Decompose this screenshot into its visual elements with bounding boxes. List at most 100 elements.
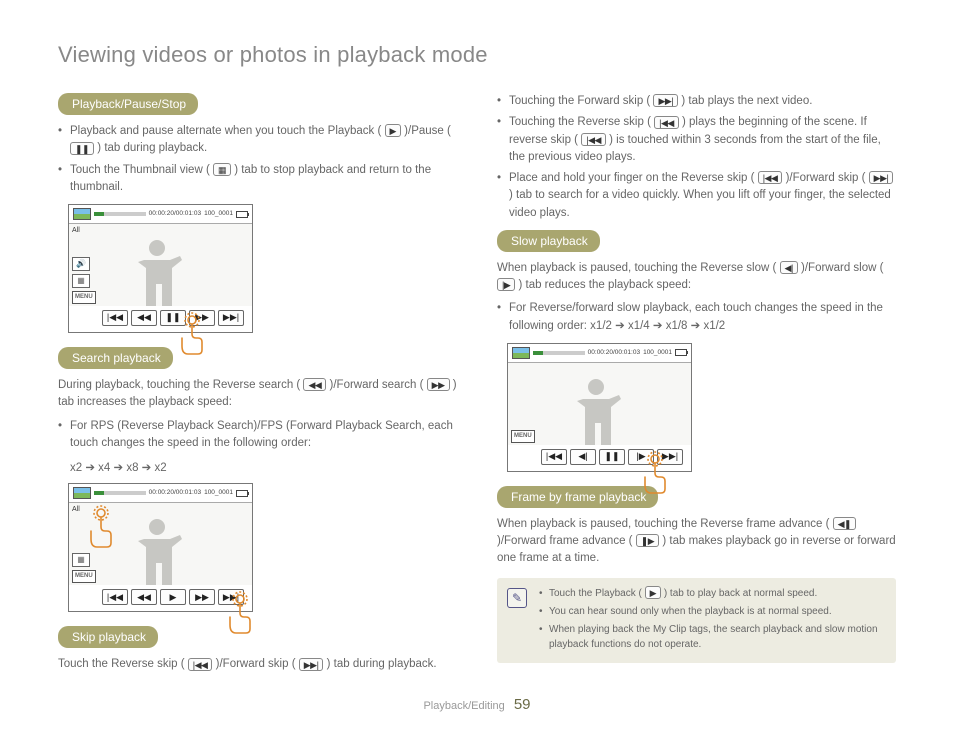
pause-button: ❚❚ (599, 449, 625, 465)
text: During playback, touching the Reverse se… (58, 379, 300, 391)
thumbnail-view-icon: ▦ (72, 553, 90, 567)
list-item: Touch the Thumbnail view ( ▦ ) tab to st… (58, 162, 457, 197)
rev-slow-icon: ◀| (780, 261, 798, 274)
slow-intro: When playback is paused, touching the Re… (497, 260, 896, 295)
page-title: Viewing videos or photos in playback mod… (58, 38, 896, 71)
fwd-slow-icon: |▶ (497, 278, 515, 291)
playback-screenshot-2: 00:00:20/00:01:03 100_0001 All ▦ MENU (68, 483, 253, 612)
battery-icon (236, 211, 248, 218)
touch-hand-icon (87, 505, 127, 549)
rev-skip-button: |◀◀ (541, 449, 567, 465)
playback-screenshot-3: 00:00:20/00:01:03 100_0001 MENU |◀◀ ◀| ❚… (507, 343, 692, 472)
battery-icon (675, 349, 687, 356)
text: Touch the Thumbnail view ( (70, 164, 210, 176)
list-item: For RPS (Reverse Playback Search)/FPS (F… (58, 418, 457, 453)
frame-intro: When playback is paused, touching the Re… (497, 516, 896, 568)
ss-controls: |◀◀ ◀◀ ▶ ▶▶ ▶▶| (69, 585, 252, 607)
text: )/Forward search ( (330, 379, 424, 391)
text: Place and hold your finger on the Revers… (509, 172, 754, 184)
play-icon: ▶ (645, 586, 661, 599)
page-number: 59 (514, 696, 531, 713)
text: Touching the Forward skip ( (509, 95, 650, 107)
rev-skip-icon: |◀◀ (758, 171, 783, 184)
touch-hand-icon (178, 312, 218, 356)
ss-timecode: 00:00:20/00:01:03 (149, 488, 201, 498)
fwd-search-icon: ▶▶ (427, 378, 450, 391)
ss-left-icons: All (72, 226, 80, 237)
list-item: Touch the Playback ( ▶ ) tab to play bac… (539, 586, 886, 601)
text: ) tab reduces the playback speed: (518, 279, 691, 291)
ss-left-bottom: MENU (511, 430, 535, 443)
right-column: Touching the Forward skip ( ▶▶| ) tab pl… (497, 93, 896, 680)
ss-clip-id: 100_0001 (204, 488, 233, 498)
rev-skip-button: |◀◀ (102, 589, 128, 605)
text: ) tab to search for a video quickly. Whe… (509, 189, 891, 218)
person-silhouette-icon (132, 232, 182, 306)
content-columns: Playback/Pause/Stop Playback and pause a… (58, 93, 896, 680)
skip-details-list: Touching the Forward skip ( ▶▶| ) tab pl… (497, 93, 896, 222)
rev-search-button: ◀◀ (131, 310, 157, 326)
text: ) tab during playback. (97, 142, 207, 154)
ss-thumbnail-icon (73, 487, 91, 499)
list-item: When playing back the My Clip tags, the … (539, 622, 886, 652)
heading-skip-playback: Skip playback (58, 626, 158, 648)
ss-controls: |◀◀ ◀◀ ❚❚ ▶▶ ▶▶| (69, 306, 252, 328)
heading-search-playback: Search playback (58, 347, 173, 369)
touch-hand-icon (226, 591, 266, 635)
ss-body: All ▦ MENU (69, 503, 252, 585)
ss-left-icons: All (72, 505, 80, 516)
menu-button: MENU (72, 291, 96, 304)
rev-search-icon: ◀◀ (303, 378, 326, 391)
ss-progress-bar (533, 351, 585, 355)
rev-skip-icon: |◀◀ (581, 133, 606, 146)
list-item: Touching the Reverse skip ( |◀◀ ) plays … (497, 114, 896, 166)
text: ) tab to play back at normal speed. (664, 588, 817, 599)
text: )/Forward skip ( (786, 172, 866, 184)
person-silhouette-icon (571, 371, 621, 445)
all-label: All (72, 505, 80, 516)
thumbnail-icon: ▦ (213, 163, 231, 176)
play-icon: ▶ (385, 124, 401, 137)
left-column: Playback/Pause/Stop Playback and pause a… (58, 93, 457, 680)
ss-thumbnail-icon (73, 208, 91, 220)
ss-clip-id: 100_0001 (204, 209, 233, 219)
ss-topbar: 00:00:20/00:01:03 100_0001 (69, 205, 252, 224)
text: )/Forward skip ( (216, 658, 296, 670)
ss-body: MENU (508, 363, 691, 445)
note-box: ✎ Touch the Playback ( ▶ ) tab to play b… (497, 578, 896, 663)
battery-icon (236, 490, 248, 497)
fwd-skip-icon: ▶▶| (653, 94, 678, 107)
text: Touch the Reverse skip ( (58, 658, 185, 670)
search-intro: During playback, touching the Reverse se… (58, 377, 457, 412)
playback-pause-list: Playback and pause alternate when you to… (58, 123, 457, 196)
note-icon: ✎ (507, 588, 527, 608)
skip-intro: Touch the Reverse skip ( |◀◀ )/Forward s… (58, 656, 457, 673)
text: )/Forward frame advance ( (497, 535, 633, 547)
play-button: ▶ (160, 589, 186, 605)
ss-body: All 🔊 ▦ MENU (69, 224, 252, 306)
text: ) tab during playback. (327, 658, 437, 670)
menu-button: MENU (72, 570, 96, 583)
list-item: Place and hold your finger on the Revers… (497, 170, 896, 222)
rev-skip-icon: |◀◀ (188, 658, 213, 671)
fwd-skip-icon: ▶▶| (869, 171, 894, 184)
rev-skip-icon: |◀◀ (654, 116, 679, 129)
text: When playback is paused, touching the Re… (497, 262, 776, 274)
fwd-skip-icon: ▶▶| (299, 658, 324, 671)
ss-left-bottom: 🔊 ▦ MENU (72, 257, 96, 304)
fwd-skip-button: ▶▶| (218, 310, 244, 326)
speed-progression: x2 ➔ x4 ➔ x8 ➔ x2 (58, 460, 457, 477)
fwd-frame-icon: ❚▶ (636, 534, 659, 547)
rev-frame-icon: ◀❚ (833, 517, 856, 530)
text: )/Forward slow ( (801, 262, 883, 274)
ss-clip-id: 100_0001 (643, 348, 672, 358)
text: Touch the Playback ( (549, 588, 642, 599)
ss-progress-bar (94, 491, 146, 495)
rev-slow-button: ◀| (570, 449, 596, 465)
text: Playback and pause alternate when you to… (70, 125, 381, 137)
all-label: All (72, 226, 80, 237)
footer-section: Playback/Editing (423, 700, 504, 712)
search-list: For RPS (Reverse Playback Search)/FPS (F… (58, 418, 457, 453)
menu-button: MENU (511, 430, 535, 443)
rev-search-button: ◀◀ (131, 589, 157, 605)
